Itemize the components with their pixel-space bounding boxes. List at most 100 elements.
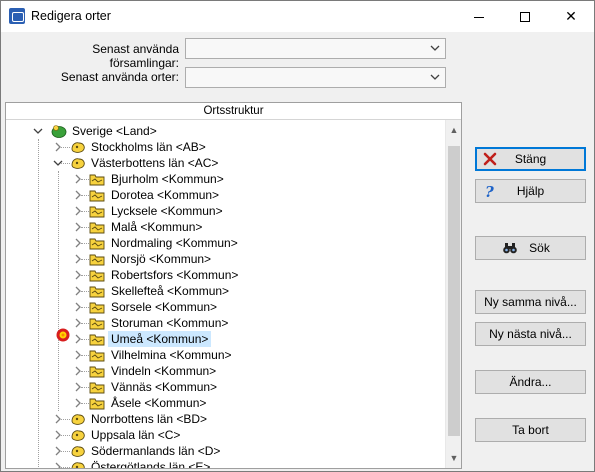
chevron-right-icon[interactable] (53, 411, 63, 427)
tree-node-label[interactable]: Sorsele <Kommun> (108, 299, 220, 315)
tree-node-label[interactable]: Stockholms län <AB> (88, 139, 209, 155)
help-button[interactable]: ? Hjälp (475, 179, 586, 203)
chevron-right-icon[interactable] (73, 331, 83, 347)
tree-node[interactable]: Västerbottens län <AC> (6, 155, 445, 171)
tree-node[interactable]: Storuman <Kommun> (6, 315, 445, 331)
chevron-right-icon[interactable] (73, 363, 83, 379)
folder-municipality-icon (89, 348, 105, 362)
map-county-icon (70, 140, 86, 154)
chevron-right-icon[interactable] (53, 443, 63, 459)
tree-node-label[interactable]: Bjurholm <Kommun> (108, 171, 227, 187)
tree-node[interactable]: Norsjö <Kommun> (6, 251, 445, 267)
place-tree[interactable]: Sverige <Land> Stockholms län <AB> Västerb… (6, 120, 445, 468)
map-county-icon (70, 156, 86, 170)
chevron-right-icon[interactable] (73, 267, 83, 283)
tree-node-label[interactable]: Södermanlands län <D> (88, 443, 223, 459)
scroll-up-icon[interactable]: ▲ (446, 122, 462, 138)
tree-node-label[interactable]: Nordmaling <Kommun> (108, 235, 241, 251)
tree-node-label[interactable]: Robertsfors <Kommun> (108, 267, 241, 283)
tree-node-label[interactable]: Vännäs <Kommun> (108, 379, 220, 395)
chevron-right-icon[interactable] (73, 283, 83, 299)
current-location-marker-icon (56, 328, 70, 342)
chevron-right-icon[interactable] (73, 315, 83, 331)
tree-node[interactable]: Robertsfors <Kommun> (6, 267, 445, 283)
tree-node-label[interactable]: Östergötlands län <E> (88, 459, 213, 468)
change-button-label: Ändra... (509, 375, 552, 389)
map-county-icon (70, 428, 86, 442)
tree-vertical-scrollbar[interactable]: ▲ ▼ (445, 120, 461, 468)
chevron-down-icon[interactable] (53, 155, 63, 171)
tree-node-label[interactable]: Malå <Kommun> (108, 219, 205, 235)
tree-node[interactable]: Skellefteå <Kommun> (6, 283, 445, 299)
remove-button[interactable]: Ta bort (475, 418, 586, 442)
tree-node-label[interactable]: Uppsala län <C> (88, 427, 183, 443)
chevron-right-icon[interactable] (73, 299, 83, 315)
close-button[interactable]: Stäng (475, 147, 586, 171)
chevron-right-icon[interactable] (73, 187, 83, 203)
chevron-right-icon[interactable] (53, 139, 63, 155)
folder-municipality-icon (89, 284, 105, 298)
tree-node[interactable]: Uppsala län <C> (6, 427, 445, 443)
new-same-level-button[interactable]: Ny samma nivå... (475, 290, 586, 314)
search-button[interactable]: Sök (475, 236, 586, 260)
scrollbar-thumb[interactable] (448, 146, 460, 436)
tree-node[interactable]: Bjurholm <Kommun> (6, 171, 445, 187)
chevron-right-icon[interactable] (73, 219, 83, 235)
tree-node-label[interactable]: Sverige <Land> (69, 123, 160, 139)
chevron-down-icon[interactable] (429, 71, 441, 83)
tree-node-label[interactable]: Dorotea <Kommun> (108, 187, 222, 203)
dialog-window: Redigera orter ✕ Senast använda församli… (0, 0, 595, 472)
tree-node-label[interactable]: Västerbottens län <AC> (88, 155, 221, 171)
tree-node[interactable]: Vännäs <Kommun> (6, 379, 445, 395)
tree-node-label[interactable]: Åsele <Kommun> (108, 395, 209, 411)
chevron-down-icon[interactable] (33, 123, 43, 139)
place-tree-panel: Ortsstruktur Sverige <Land> Stockholms lä… (5, 102, 462, 469)
tree-node-label[interactable]: Vindeln <Kommun> (108, 363, 219, 379)
globe-country-icon (51, 124, 67, 138)
tree-node-label[interactable]: Norrbottens län <BD> (88, 411, 210, 427)
tree-node-label[interactable]: Norsjö <Kommun> (108, 251, 214, 267)
change-button[interactable]: Ändra... (475, 370, 586, 394)
chevron-right-icon[interactable] (73, 235, 83, 251)
folder-municipality-icon (89, 300, 105, 314)
tree-node[interactable]: Nordmaling <Kommun> (6, 235, 445, 251)
tree-node[interactable]: Vilhelmina <Kommun> (6, 347, 445, 363)
chevron-right-icon[interactable] (73, 379, 83, 395)
tree-node[interactable]: Sverige <Land> (6, 123, 445, 139)
tree-node[interactable]: Stockholms län <AB> (6, 139, 445, 155)
chevron-right-icon[interactable] (73, 251, 83, 267)
tree-node-label[interactable]: Lycksele <Kommun> (108, 203, 226, 219)
chevron-right-icon[interactable] (73, 347, 83, 363)
new-next-level-button[interactable]: Ny nästa nivå... (475, 322, 586, 346)
folder-municipality-icon (89, 188, 105, 202)
tree-column-header[interactable]: Ortsstruktur (6, 103, 461, 120)
window-close-button[interactable]: ✕ (548, 1, 594, 32)
tree-node-label[interactable]: Umeå <Kommun> (108, 331, 212, 347)
chevron-right-icon[interactable] (53, 427, 63, 443)
tree-node[interactable]: Dorotea <Kommun> (6, 187, 445, 203)
new-next-level-label: Ny nästa nivå... (489, 327, 572, 341)
tree-node[interactable]: Lycksele <Kommun> (6, 203, 445, 219)
chevron-right-icon[interactable] (73, 203, 83, 219)
close-x-icon (482, 151, 498, 167)
chevron-down-icon[interactable] (429, 42, 441, 54)
tree-node-label[interactable]: Skellefteå <Kommun> (108, 283, 232, 299)
tree-node[interactable]: Umeå <Kommun> (6, 331, 445, 347)
tree-node-label[interactable]: Storuman <Kommun> (108, 315, 231, 331)
tree-node[interactable]: Östergötlands län <E> (6, 459, 445, 468)
tree-node[interactable]: Södermanlands län <D> (6, 443, 445, 459)
maximize-button[interactable] (502, 1, 548, 32)
tree-node[interactable]: Norrbottens län <BD> (6, 411, 445, 427)
tree-node[interactable]: Vindeln <Kommun> (6, 363, 445, 379)
chevron-right-icon[interactable] (73, 395, 83, 411)
tree-node-label[interactable]: Vilhelmina <Kommun> (108, 347, 235, 363)
tree-node[interactable]: Malå <Kommun> (6, 219, 445, 235)
chevron-right-icon[interactable] (73, 171, 83, 187)
chevron-right-icon[interactable] (53, 459, 63, 468)
minimize-button[interactable] (456, 1, 502, 32)
recent-parishes-combobox[interactable] (185, 38, 446, 59)
tree-node[interactable]: Åsele <Kommun> (6, 395, 445, 411)
tree-node[interactable]: Sorsele <Kommun> (6, 299, 445, 315)
scroll-down-icon[interactable]: ▼ (446, 450, 462, 466)
recent-places-combobox[interactable] (185, 67, 446, 88)
